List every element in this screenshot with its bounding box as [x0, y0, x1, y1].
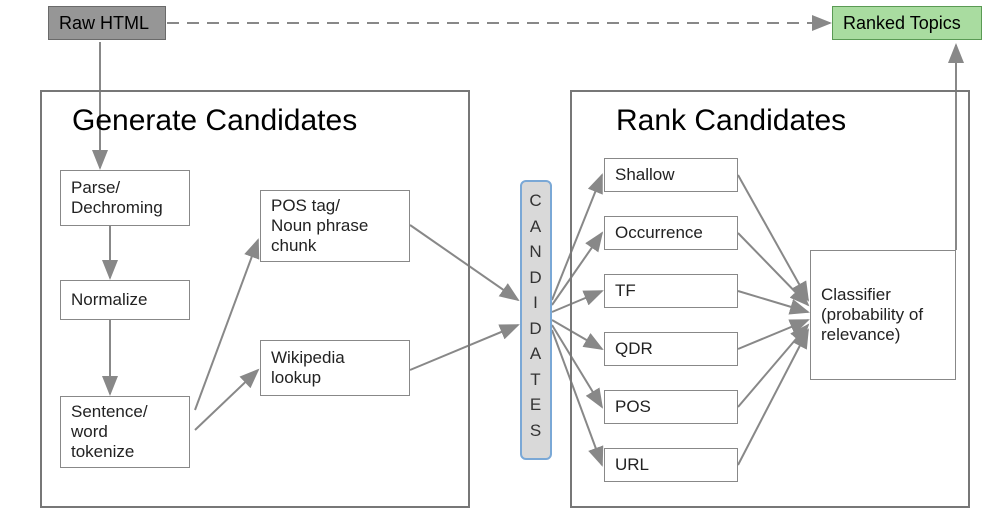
qdr-node: QDR: [604, 332, 738, 366]
parse-label: Parse/ Dechroming: [71, 178, 163, 218]
classifier-node: Classifier (probability of relevance): [810, 250, 956, 380]
occurrence-label: Occurrence: [615, 223, 703, 243]
occurrence-node: Occurrence: [604, 216, 738, 250]
candidates-node: CANDIDATES: [520, 180, 552, 460]
pos-feature-label: POS: [615, 397, 651, 417]
shallow-label: Shallow: [615, 165, 675, 185]
pos-tag-node: POS tag/ Noun phrase chunk: [260, 190, 410, 262]
tf-node: TF: [604, 274, 738, 308]
url-node: URL: [604, 448, 738, 482]
parse-node: Parse/ Dechroming: [60, 170, 190, 226]
ranked-topics-label: Ranked Topics: [843, 13, 961, 34]
tokenize-node: Sentence/ word tokenize: [60, 396, 190, 468]
tokenize-label: Sentence/ word tokenize: [71, 402, 148, 462]
pos-feature-node: POS: [604, 390, 738, 424]
generate-candidates-title: Generate Candidates: [72, 104, 357, 138]
ranked-topics-node: Ranked Topics: [832, 6, 982, 40]
pos-tag-label: POS tag/ Noun phrase chunk: [271, 196, 368, 256]
raw-html-node: Raw HTML: [48, 6, 166, 40]
normalize-node: Normalize: [60, 280, 190, 320]
shallow-node: Shallow: [604, 158, 738, 192]
normalize-label: Normalize: [71, 290, 148, 310]
wikipedia-node: Wikipedia lookup: [260, 340, 410, 396]
qdr-label: QDR: [615, 339, 653, 359]
classifier-label: Classifier (probability of relevance): [821, 285, 923, 345]
tf-label: TF: [615, 281, 636, 301]
rank-candidates-title: Rank Candidates: [616, 104, 846, 138]
raw-html-label: Raw HTML: [59, 13, 149, 34]
url-label: URL: [615, 455, 649, 475]
candidates-label: CANDIDATES: [522, 188, 550, 443]
wikipedia-label: Wikipedia lookup: [271, 348, 345, 388]
